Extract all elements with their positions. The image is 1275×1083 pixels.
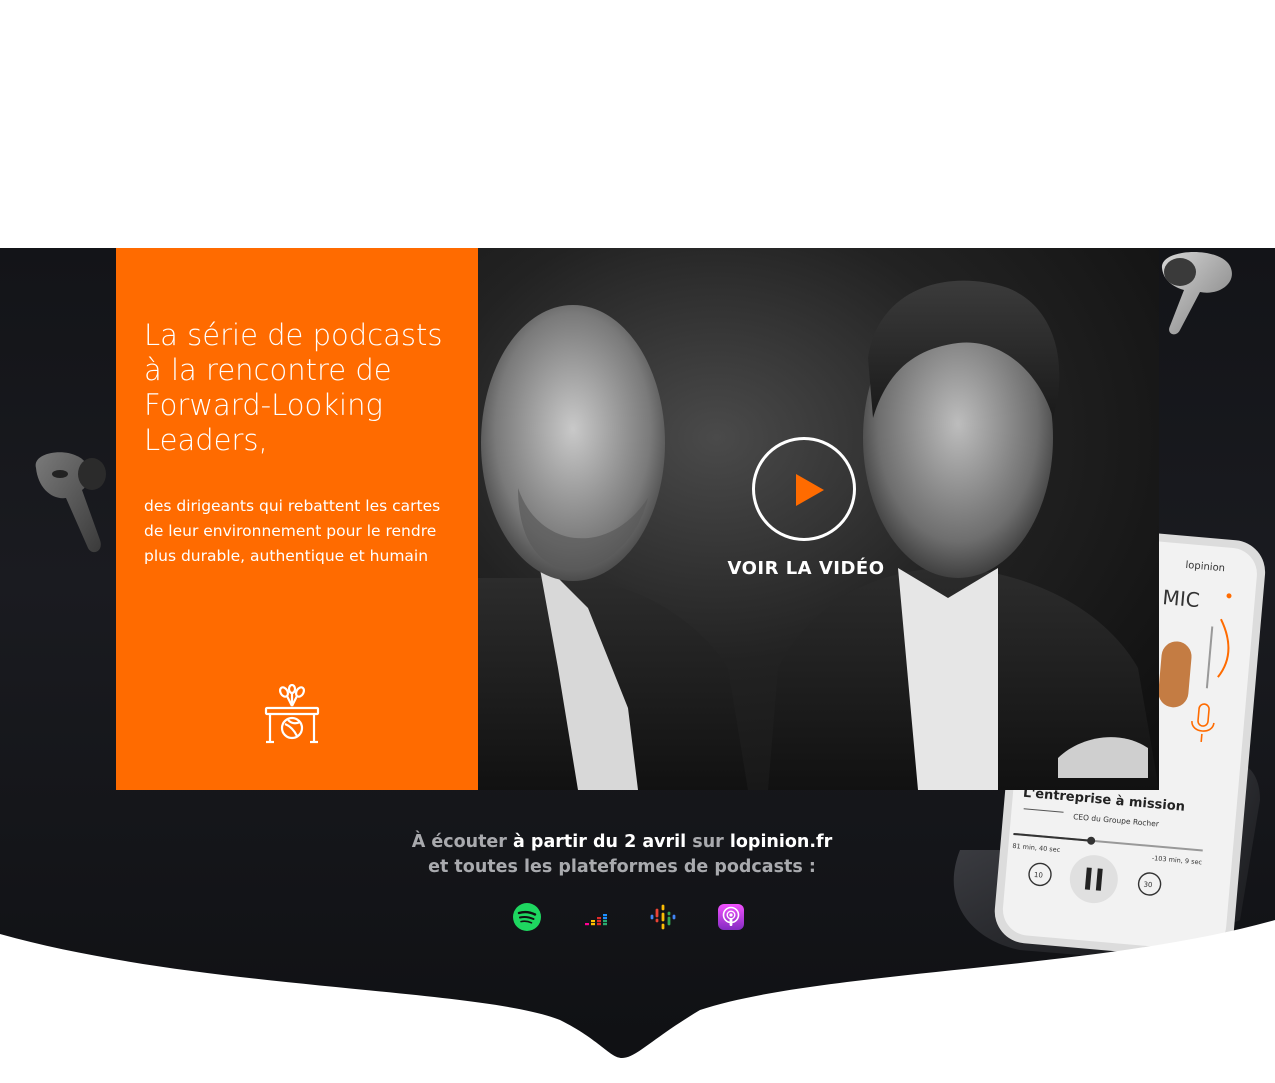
hero-text-panel: La série de podcasts à la rencontre de F…	[116, 248, 478, 790]
hero-subtitle: des dirigeants qui rebattent les cartes …	[144, 497, 441, 565]
earbud-left-image	[35, 452, 106, 553]
earbud-right-image	[1161, 251, 1232, 335]
play-video-button[interactable]	[752, 437, 856, 541]
lopinion-link[interactable]: lopinion.fr	[730, 832, 832, 852]
deezer-icon[interactable]	[583, 903, 611, 931]
apple-podcasts-icon[interactable]	[717, 903, 745, 931]
phone-skip-forward: 30	[1143, 880, 1153, 889]
phone-mic-label: MIC	[1162, 585, 1201, 612]
availability-text: À écouter à partir du 2 avril sur lopini…	[336, 830, 908, 880]
hero-title: La série de podcasts à la rencontre de F…	[144, 318, 443, 457]
video-panel[interactable]: VOIR LA VIDÉO	[478, 248, 1159, 790]
availability-line-1: À écouter à partir du 2 avril sur lopini…	[411, 832, 833, 852]
watch-video-label[interactable]: VOIR LA VIDÉO	[708, 558, 904, 579]
play-icon	[796, 474, 824, 506]
google-podcasts-icon[interactable]	[649, 903, 677, 931]
spotify-icon[interactable]	[513, 903, 541, 931]
availability-line-2: et toutes les plateformes de podcasts :	[428, 857, 816, 877]
podium-microphones-icon	[264, 684, 320, 744]
phone-skip-back: 10	[1034, 871, 1044, 880]
podcast-platforms	[513, 903, 745, 931]
